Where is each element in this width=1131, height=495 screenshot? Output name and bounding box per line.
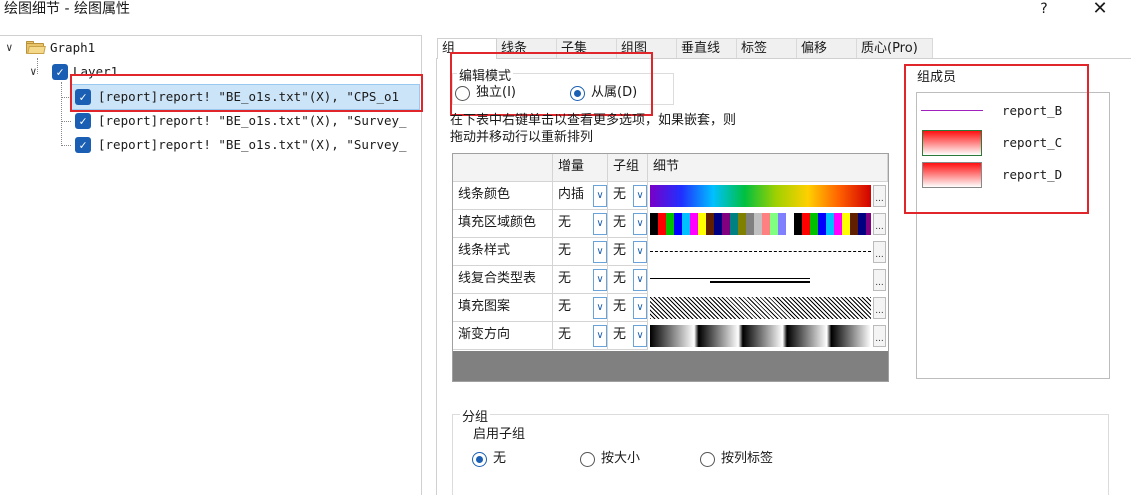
chevron-down-icon[interactable]: ∨ (633, 241, 647, 263)
grid-header: 细节 (648, 154, 888, 182)
grid-row-name: 渐变方向 (453, 322, 553, 350)
detail-more-button[interactable]: ... (873, 325, 886, 347)
help-button[interactable]: ? (1034, 0, 1054, 18)
chevron-down-icon[interactable]: ∨ (593, 185, 607, 207)
grid-header (453, 154, 553, 182)
chevron-down-icon[interactable]: ∨ (633, 213, 647, 235)
chevron-down-icon[interactable]: ∨ (593, 297, 607, 319)
grid-row-name: 填充图案 (453, 294, 553, 322)
tab-offset[interactable]: 偏移 (797, 38, 857, 58)
window-title: 绘图细节 - 绘图属性 (4, 1, 130, 17)
grid-row-name: 线条颜色 (453, 182, 553, 210)
detail-swatch[interactable] (650, 213, 871, 235)
chevron-down-icon[interactable]: ∨ (593, 241, 607, 263)
title-bar: 绘图细节 - 绘图属性 ? ✕ (0, 0, 1131, 20)
radio-subgroup-none-label[interactable]: 无 (493, 451, 506, 467)
checkbox-checked-icon[interactable]: ✓ (52, 64, 68, 80)
grid-row-name: 填充区域颜色 (453, 210, 553, 238)
radio-subgroup-none[interactable] (472, 452, 487, 467)
radio-subgroup-column-label[interactable] (700, 452, 715, 467)
detail-more-button[interactable]: ... (873, 185, 886, 207)
detail-more-button[interactable]: ... (873, 297, 886, 319)
highlight-box (904, 64, 1089, 214)
grid-row-name: 线复合类型表 (453, 266, 553, 294)
chevron-down-icon[interactable]: ∨ (633, 185, 647, 207)
tab-label[interactable]: 标签 (737, 38, 797, 58)
tree-item-plot[interactable]: ✓ [report]report! "BE_o1s.txt"(X), "Surv… (0, 134, 420, 156)
checkbox-checked-icon[interactable]: ✓ (75, 113, 91, 129)
radio-subgroup-size-label[interactable]: 按大小 (601, 451, 640, 467)
tab-drop-lines[interactable]: 垂直线 (677, 38, 737, 58)
detail-swatch[interactable] (650, 185, 871, 207)
checkbox-checked-icon[interactable]: ✓ (75, 137, 91, 153)
highlight-box (450, 52, 653, 116)
enable-subgroup-label: 启用子组 (473, 427, 526, 442)
detail-more-button[interactable]: ... (873, 269, 886, 291)
tab-centroid[interactable]: 质心(Pro) (857, 38, 933, 58)
chevron-down-icon[interactable]: ∨ (30, 61, 37, 83)
detail-swatch[interactable] (650, 241, 871, 263)
chevron-down-icon[interactable]: ∨ (633, 325, 647, 347)
tree-item-graph[interactable]: ∨ Graph1 (0, 37, 200, 59)
detail-swatch[interactable] (650, 325, 871, 347)
grid-row-name: 线条样式 (453, 238, 553, 266)
radio-subgroup-size[interactable] (580, 452, 595, 467)
close-button[interactable]: ✕ (1086, 0, 1114, 18)
chevron-down-icon[interactable]: ∨ (6, 37, 13, 59)
chevron-down-icon[interactable]: ∨ (593, 213, 607, 235)
grid-header: 子组 (608, 154, 648, 182)
tree-item-label: Graph1 (50, 40, 96, 55)
chevron-down-icon[interactable]: ∨ (633, 269, 647, 291)
subgroup-group (452, 414, 1109, 495)
chevron-down-icon[interactable]: ∨ (633, 297, 647, 319)
folder-open-icon (26, 41, 46, 54)
radio-subgroup-column-label-text[interactable]: 按列标签 (721, 451, 773, 467)
detail-swatch[interactable] (650, 297, 871, 319)
detail-more-button[interactable]: ... (873, 241, 886, 263)
chevron-down-icon[interactable]: ∨ (593, 269, 607, 291)
tree-item-plot[interactable]: ✓ [report]report! "BE_o1s.txt"(X), "Surv… (0, 110, 420, 132)
grid-header: 增量 (553, 154, 608, 182)
highlight-box (70, 74, 423, 112)
chevron-down-icon[interactable]: ∨ (593, 325, 607, 347)
tree-item-label: [report]report! "BE_o1s.txt"(X), "Survey… (98, 137, 407, 152)
detail-swatch[interactable] (650, 269, 871, 291)
detail-more-button[interactable]: ... (873, 213, 886, 235)
tree-item-label: [report]report! "BE_o1s.txt"(X), "Survey… (98, 113, 407, 128)
hint-text: 在下表中右键单击以查看更多选项，如果嵌套，则拖动并移动行以重新排列 (450, 113, 737, 145)
subgroup-legend: 分组 (460, 406, 491, 425)
